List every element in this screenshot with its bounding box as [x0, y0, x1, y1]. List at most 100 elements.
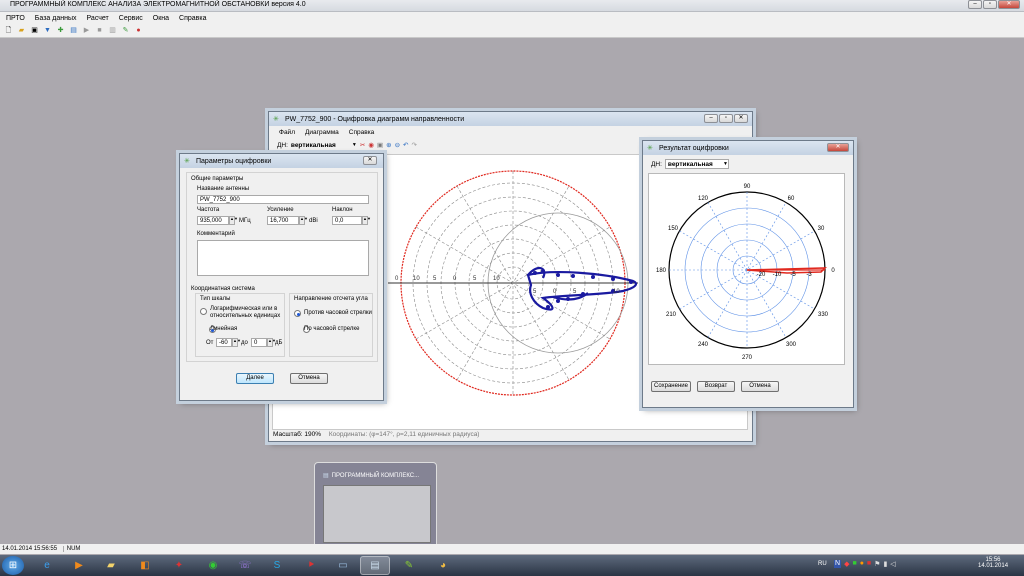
params-title: Параметры оцифровки: [196, 157, 272, 165]
fit-icon[interactable]: ▣: [377, 141, 383, 149]
office-icon[interactable]: ◧: [130, 556, 160, 575]
digitizer-menu-file[interactable]: Файл: [279, 129, 295, 136]
pencil-icon[interactable]: ✎: [121, 26, 130, 35]
result-dn-select[interactable]: вертикальная ▼: [664, 159, 729, 169]
params-titlebar: ✳ Параметры оцифровки ✕: [180, 154, 383, 168]
menu-windows[interactable]: Окна: [153, 15, 169, 22]
zoom-in-icon[interactable]: ⊕: [386, 141, 391, 149]
from-field[interactable]: -60: [216, 338, 232, 347]
next-button[interactable]: Далее: [236, 373, 274, 384]
tray-n-icon[interactable]: N: [834, 560, 842, 568]
add-icon[interactable]: ✚: [56, 26, 65, 35]
comment-field[interactable]: [197, 240, 369, 276]
clock-date: 14.01.2014: [978, 563, 1009, 569]
coord-system-label: Координатная система: [191, 286, 255, 292]
palette-icon[interactable]: ●: [134, 26, 143, 35]
tray-red-icon[interactable]: ■: [867, 560, 871, 568]
angle-label: 270: [742, 355, 753, 361]
doc-icon[interactable]: ▤: [69, 26, 78, 35]
menu-service[interactable]: Сервис: [119, 15, 143, 22]
to-stepper[interactable]: ▲▼: [267, 338, 276, 347]
status-datetime: 14.01.2014 15:56:55: [2, 546, 58, 552]
save-button[interactable]: Сохранение: [651, 381, 691, 392]
result-close-button[interactable]: ✕: [827, 143, 849, 152]
prto-taskbar-button[interactable]: ▤: [360, 556, 390, 575]
start-button[interactable]: ⊞: [2, 556, 24, 575]
taskbar-thumbnail[interactable]: ▤ ПРОГРАММНЫЙ КОМПЛЕКС...: [314, 462, 437, 549]
new-icon[interactable]: 🗋: [4, 26, 13, 35]
tray-network-icon[interactable]: ▮: [883, 560, 887, 568]
digitizer-menu-diagram[interactable]: Диаграмма: [305, 129, 339, 136]
digitizer-menu-help[interactable]: Справка: [349, 129, 375, 136]
comment-label: Комментарий: [197, 231, 235, 237]
axis-label: 0: [395, 276, 399, 282]
lang-indicator[interactable]: RU: [818, 561, 827, 567]
undo-icon[interactable]: ↶: [403, 141, 408, 149]
pdf-icon[interactable]: ⯈: [296, 556, 326, 575]
tray-orange-icon[interactable]: ●: [860, 560, 864, 568]
open-icon[interactable]: ▰: [17, 26, 26, 35]
play-icon[interactable]: ▶: [82, 26, 91, 35]
result-dn-row: ДН: вертикальная ▼: [651, 159, 729, 169]
opt-log-label: Логарифмическая или в относительных един…: [210, 306, 281, 319]
result-dn-label: ДН:: [651, 160, 662, 168]
maximize-button[interactable]: ▫: [983, 0, 997, 9]
pick-icon[interactable]: ✂: [360, 141, 365, 149]
params-dialog: ✳ Параметры оцифровки ✕ Общие параметры …: [179, 153, 384, 401]
chevron-down-icon[interactable]: ▼: [352, 142, 357, 148]
menu-prto[interactable]: ПРТО: [6, 15, 25, 22]
result-dn-value: вертикальная: [667, 161, 713, 168]
digitizer-close-button[interactable]: ✕: [734, 114, 748, 123]
menu-calc[interactable]: Расчет: [87, 15, 109, 22]
skype-icon[interactable]: S: [262, 556, 292, 575]
tilt-field[interactable]: 0,0: [332, 216, 362, 225]
close-button[interactable]: ✕: [998, 0, 1020, 9]
dn-select[interactable]: вертикальная: [291, 142, 349, 149]
result-cancel-button[interactable]: Отмена: [741, 381, 779, 392]
from-stepper[interactable]: ▲▼: [232, 338, 241, 347]
filter-icon[interactable]: ▼: [43, 26, 52, 35]
paint-icon[interactable]: ◕: [428, 556, 458, 575]
params-cancel-button[interactable]: Отмена: [290, 373, 328, 384]
gain-field[interactable]: 16,700: [267, 216, 299, 225]
axis-label: 5: [473, 276, 477, 282]
stop-icon[interactable]: ■: [95, 26, 104, 35]
redo-icon[interactable]: ↷: [412, 141, 417, 149]
tray-volume-icon[interactable]: ◁: [890, 560, 895, 568]
tilt-stepper[interactable]: ▲▼: [362, 216, 371, 225]
angle-label: 90: [744, 184, 751, 190]
media-icon[interactable]: ▶: [64, 556, 94, 575]
menu-database[interactable]: База данных: [35, 15, 77, 22]
digitizer-maximize-button[interactable]: ▫: [719, 114, 733, 123]
ie-icon[interactable]: e: [32, 556, 62, 575]
digitizer-title: PW_7752_900 - Оцифровка диаграмм направл…: [285, 115, 465, 123]
radio-ccw[interactable]: [294, 310, 301, 317]
radial-label: -10: [773, 272, 782, 278]
window-icon[interactable]: ▭: [328, 556, 358, 575]
tray-green-icon[interactable]: ■: [852, 560, 856, 568]
status-num: NUM: [62, 546, 81, 552]
erase-icon[interactable]: ◉: [368, 141, 374, 149]
zoom-out-icon[interactable]: ⊖: [395, 141, 400, 149]
freq-stepper[interactable]: ▲▼: [229, 216, 238, 225]
digitizer-minimize-button[interactable]: –: [704, 114, 718, 123]
pencil-icon[interactable]: ✎: [394, 556, 424, 575]
clock[interactable]: 15:56 14.01.2014: [978, 557, 1008, 569]
minimize-button[interactable]: –: [968, 0, 982, 9]
tray-flag-icon[interactable]: ⚑: [874, 560, 880, 568]
menu-help[interactable]: Справка: [179, 15, 206, 22]
chrome-icon[interactable]: ◉: [198, 556, 228, 575]
viber-icon[interactable]: ☏: [230, 556, 260, 575]
gain-stepper[interactable]: ▲▼: [299, 216, 308, 225]
to-field[interactable]: 0: [251, 338, 267, 347]
explorer-icon[interactable]: ▰: [96, 556, 126, 575]
save-icon[interactable]: ▣: [30, 26, 39, 35]
freq-field[interactable]: 935,000: [197, 216, 229, 225]
radio-log[interactable]: [200, 308, 207, 315]
tray-shield-icon[interactable]: ◆: [844, 560, 849, 568]
params-close-button[interactable]: ✕: [363, 156, 377, 165]
tool-icon[interactable]: ▥: [108, 26, 117, 35]
app-icon[interactable]: ✦: [164, 556, 194, 575]
back-button[interactable]: Возврат: [697, 381, 735, 392]
antenna-name-field[interactable]: PW_7752_900: [197, 195, 369, 204]
